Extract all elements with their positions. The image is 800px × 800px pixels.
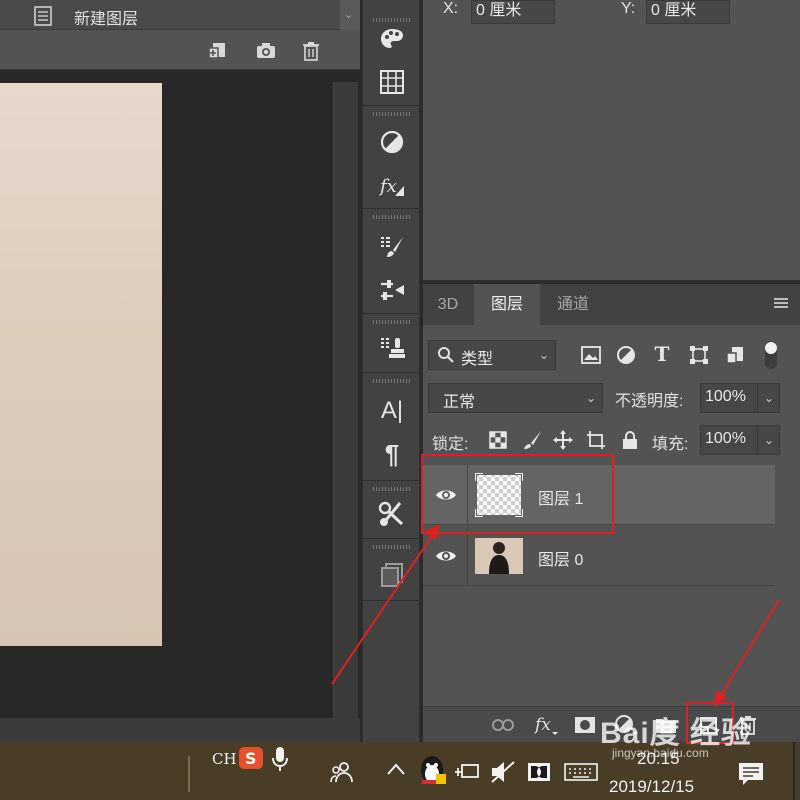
y-position-field[interactable]: 0 厘米 [646,0,730,24]
chevron-down-icon: ⌄ [585,391,596,405]
tool-presets-icon[interactable] [377,499,407,529]
panel-icon-strip: fx A| ¶ [362,0,421,742]
clone-source-icon[interactable] [377,333,407,363]
eye-visibility-icon[interactable] [435,546,457,566]
pixel-filter-icon[interactable] [580,344,602,366]
lock-artboard-icon[interactable] [585,429,607,451]
fx-icon[interactable]: fx [377,170,407,200]
tab-3d[interactable]: 3D [423,284,473,325]
history-item-label: 新建图层 [74,11,139,28]
copy-source-icon[interactable] [377,560,407,590]
vertical-scrollbar[interactable] [333,82,358,718]
taskbar-divider [188,756,190,792]
fill-value: 100% [705,430,746,447]
blend-mode-value: 正常 [443,394,476,411]
lock-label: 锁定: [432,436,469,453]
chevron-up-icon[interactable] [386,762,406,776]
sogou-input-icon[interactable]: S [238,746,264,770]
lock-pixels-brush-icon[interactable] [521,429,543,451]
dolby-audio-icon[interactable] [527,762,551,782]
show-desktop-divider[interactable] [793,742,795,800]
adjustments-icon[interactable] [377,127,407,157]
x-label: X: [443,0,459,17]
tab-channels[interactable]: 通道 [541,284,605,325]
svg-text:S: S [245,749,257,768]
chevron-down-icon: ⌄ [538,348,549,362]
brush-settings-icon[interactable] [377,275,407,305]
character-icon[interactable]: A| [377,396,407,426]
fill-label: 填充: [652,436,689,453]
lock-position-move-icon[interactable] [552,429,574,451]
trash-icon[interactable] [300,40,322,62]
link-icon[interactable] [491,713,515,737]
opacity-dropdown[interactable]: ⌄ [757,383,780,413]
blend-mode-select[interactable]: 正常 ⌄ [428,383,603,413]
mask-icon[interactable] [573,713,597,737]
chevron-down-icon: ⌄ [763,391,774,405]
microphone-icon[interactable] [271,746,289,772]
baidu-watermark-url: jingyan.baidu.com [612,746,709,760]
document-icon [32,5,54,27]
panel-grip[interactable] [373,215,411,219]
panel-grip[interactable] [373,487,411,491]
panel-menu-icon[interactable] [773,296,789,310]
layer-name[interactable]: 图层 0 [538,546,583,570]
fill-dropdown[interactable]: ⌄ [757,425,780,455]
brush-presets-icon[interactable] [377,232,407,262]
history-panel: 新建图层 ⌄ [0,0,360,70]
horizontal-scrollbar[interactable] [0,718,360,742]
layer-filter-select[interactable]: 类型 ⌄ [428,340,556,370]
keyboard-icon[interactable] [564,763,598,781]
people-icon[interactable] [330,760,354,784]
svg-text:fx: fx [534,715,551,735]
panel-tabs: 3D 图层 通道 [423,284,800,325]
new-snapshot-icon[interactable] [206,40,228,62]
panel-grip[interactable] [373,18,411,22]
properties-panel: X: 0 厘米 Y: 0 厘米 [423,0,800,282]
y-label: Y: [621,0,636,17]
type-filter-icon[interactable]: T [651,342,673,366]
history-scrollbar[interactable]: ⌄ [340,0,360,30]
qq-penguin-icon[interactable] [418,754,446,788]
adjustment-filter-icon[interactable] [615,344,637,366]
lock-all-icon[interactable] [619,429,641,451]
panel-grip[interactable] [373,379,411,383]
history-toolbar [0,38,360,68]
panel-grip[interactable] [373,112,411,116]
chevron-down-icon: ⌄ [763,433,774,447]
lock-transparent-icon[interactable] [487,429,509,451]
opacity-value: 100% [705,388,746,405]
clock-date[interactable]: 2019/12/15 [609,777,694,797]
layer-filter-value: 类型 [461,351,494,368]
search-icon [437,346,455,364]
shape-filter-icon[interactable] [688,344,710,366]
fx-icon[interactable]: fx [534,713,558,737]
filter-toggle-switch[interactable] [764,340,778,370]
palette-icon[interactable] [377,24,407,54]
layer-row-layer-0[interactable]: 图层 0 [423,526,775,586]
tab-layers[interactable]: 图层 [474,284,540,325]
paragraph-icon[interactable]: ¶ [377,439,407,469]
camera-icon[interactable] [255,40,277,62]
history-item[interactable]: 新建图层 [0,0,345,30]
x-position-field[interactable]: 0 厘米 [471,0,555,24]
smart-object-filter-icon[interactable] [724,344,746,366]
photo-layer-thumbnail[interactable] [475,534,523,578]
grid-icon[interactable] [377,67,407,97]
svg-text:fx: fx [379,176,397,197]
power-battery-icon[interactable] [454,762,480,782]
panel-grip[interactable] [373,545,411,549]
document-canvas[interactable] [0,83,162,646]
annotation-highlight-layer-1 [421,454,614,534]
opacity-label: 不透明度: [615,393,684,410]
action-center-icon[interactable] [738,762,764,786]
ime-language-indicator[interactable]: CH [212,750,237,768]
panel-grip[interactable] [373,320,411,324]
chevron-down-icon[interactable]: ⌄ [344,8,353,21]
speaker-muted-icon[interactable] [490,760,516,784]
